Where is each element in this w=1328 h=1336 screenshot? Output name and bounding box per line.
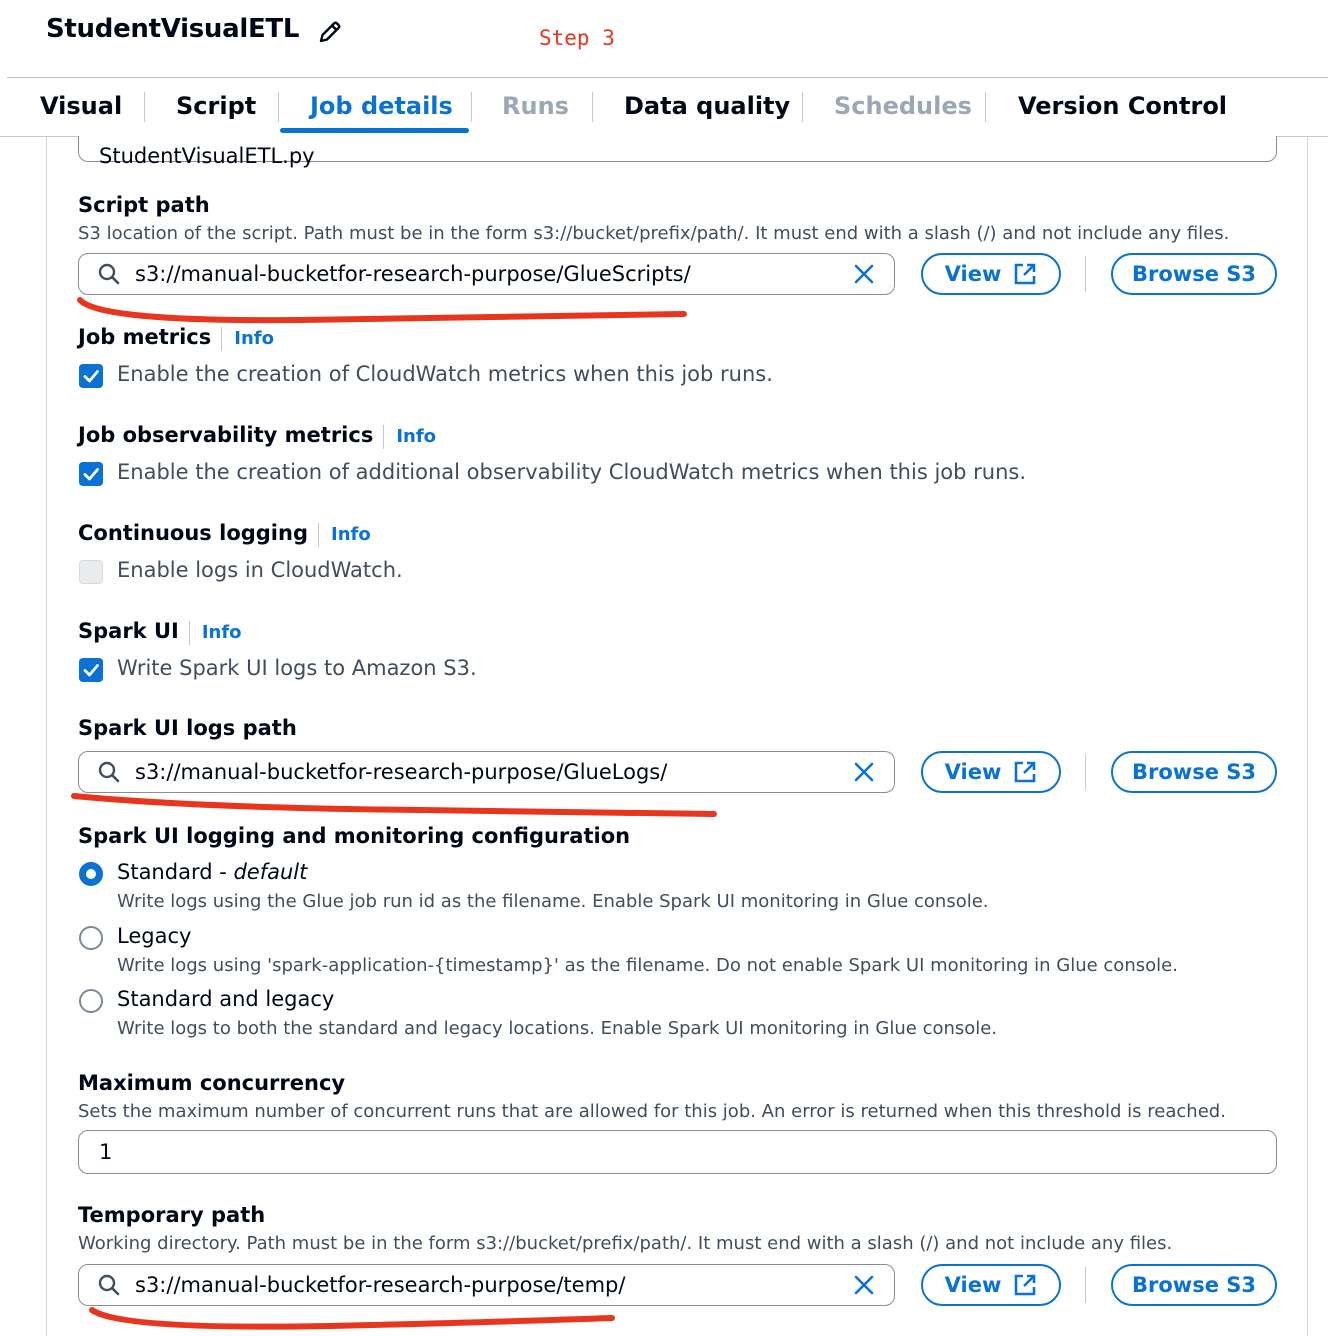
temporary-path-input[interactable]: s3://manual-bucketfor-research-purpose/t… (78, 1264, 895, 1306)
tab-visual[interactable]: Visual (40, 92, 122, 120)
search-icon (98, 761, 120, 783)
active-tab-indicator (280, 128, 469, 133)
pencil-edit-icon[interactable] (316, 18, 344, 46)
radio-legacy[interactable] (79, 926, 103, 950)
external-link-icon (1015, 761, 1036, 783)
spark-ui-info-link[interactable]: Info (188, 621, 242, 645)
job-metrics-checkbox-label: Enable the creation of CloudWatch metric… (117, 362, 773, 386)
radio-legacy-label: Legacy (117, 924, 192, 948)
script-filename-input[interactable]: StudentVisualETL.py (78, 136, 1277, 168)
observability-metrics-label: Job observability metrics Info (78, 423, 436, 449)
max-concurrency-value: 1 (99, 1140, 113, 1164)
button-separator (1085, 754, 1086, 790)
close-icon[interactable] (852, 262, 876, 286)
radio-legacy-description: Write logs using 'spark-application-{tim… (117, 955, 1178, 976)
temporary-path-browse-s3-button[interactable]: Browse S3 (1111, 1264, 1277, 1306)
continuous-logging-checkbox-label: Enable logs in CloudWatch. (117, 558, 403, 582)
observability-metrics-checkbox-label: Enable the creation of additional observ… (117, 460, 1026, 484)
button-separator (1085, 1267, 1086, 1303)
close-icon[interactable] (852, 760, 876, 784)
spark-ui-logging-config-label: Spark UI logging and monitoring configur… (78, 824, 631, 848)
tab-script[interactable]: Script (176, 92, 256, 120)
spark-ui-logs-path-value: s3://manual-bucketfor-research-purpose/G… (135, 760, 668, 784)
radio-standard[interactable] (79, 862, 103, 886)
external-link-icon (1015, 263, 1036, 285)
max-concurrency-label: Maximum concurrency (78, 1071, 346, 1095)
script-path-label: Script path (78, 193, 210, 217)
spark-ui-checkbox-label: Write Spark UI logs to Amazon S3. (117, 656, 477, 680)
job-metrics-checkbox[interactable] (79, 364, 103, 388)
radio-standard-description: Write logs using the Glue job run id as … (117, 891, 989, 912)
tab-bar: Visual Script Job details Runs Data qual… (0, 78, 1328, 137)
radio-standard-and-legacy[interactable] (79, 989, 103, 1013)
spark-ui-checkbox[interactable] (79, 658, 103, 682)
tab-data-quality[interactable]: Data quality (624, 92, 790, 120)
tab-separator (592, 92, 593, 122)
view-button-label: View (944, 262, 1002, 286)
continuous-logging-checkbox (79, 560, 103, 584)
temporary-path-value: s3://manual-bucketfor-research-purpose/t… (135, 1273, 626, 1297)
temporary-path-view-button[interactable]: View (921, 1264, 1061, 1306)
job-name: StudentVisualETL (46, 14, 300, 44)
close-icon[interactable] (852, 1273, 876, 1297)
script-path-description: S3 location of the script. Path must be … (78, 223, 1230, 244)
spark-ui-logs-path-view-button[interactable]: View (921, 751, 1061, 793)
view-button-label: View (944, 760, 1002, 784)
job-metrics-info-link[interactable]: Info (221, 327, 274, 351)
continuous-logging-title: Continuous logging (78, 521, 308, 545)
spark-ui-logs-path-browse-s3-button[interactable]: Browse S3 (1111, 751, 1277, 793)
job-metrics-label: Job metrics Info (78, 325, 274, 351)
tab-separator (985, 92, 986, 122)
radio-standard-default-text: default (233, 860, 308, 884)
radio-standard-and-legacy-label: Standard and legacy (117, 987, 335, 1011)
search-icon (98, 263, 120, 285)
temporary-path-label: Temporary path (78, 1203, 266, 1227)
job-metrics-title: Job metrics (78, 325, 212, 349)
view-button-label: View (944, 1273, 1002, 1297)
script-path-view-button[interactable]: View (921, 253, 1061, 295)
max-concurrency-description: Sets the maximum number of concurrent ru… (78, 1101, 1226, 1122)
script-path-input[interactable]: s3://manual-bucketfor-research-purpose/G… (78, 253, 895, 295)
tab-separator (278, 92, 279, 122)
spark-ui-title: Spark UI (78, 619, 179, 643)
search-icon (98, 1274, 120, 1296)
spark-ui-logs-path-label: Spark UI logs path (78, 716, 297, 740)
tab-job-details[interactable]: Job details (310, 92, 453, 120)
script-path-browse-s3-button[interactable]: Browse S3 (1111, 253, 1277, 295)
external-link-icon (1015, 1274, 1036, 1296)
max-concurrency-input[interactable]: 1 (78, 1130, 1277, 1174)
tab-schedules: Schedules (834, 92, 972, 120)
step-annotation: Step 3 (539, 26, 615, 50)
spark-ui-label: Spark UI Info (78, 619, 242, 645)
radio-standard-label: Standard - default (117, 860, 307, 884)
radio-standard-and-legacy-description: Write logs to both the standard and lega… (117, 1018, 998, 1039)
tab-runs: Runs (502, 92, 569, 120)
tab-separator (144, 92, 145, 122)
spark-ui-logs-path-input[interactable]: s3://manual-bucketfor-research-purpose/G… (78, 751, 895, 793)
script-filename-value: StudentVisualETL.py (99, 144, 315, 168)
radio-standard-text: Standard - (117, 860, 234, 884)
temporary-path-description: Working directory. Path must be in the f… (78, 1233, 1173, 1254)
observability-metrics-title: Job observability metrics (78, 423, 374, 447)
observability-metrics-info-link[interactable]: Info (383, 425, 436, 449)
tab-version-control[interactable]: Version Control (1018, 92, 1227, 120)
tab-separator (471, 92, 472, 122)
script-path-value: s3://manual-bucketfor-research-purpose/G… (135, 262, 691, 286)
continuous-logging-label: Continuous logging Info (78, 521, 371, 547)
continuous-logging-info-link[interactable]: Info (318, 523, 371, 547)
tab-separator (802, 92, 803, 122)
job-details-panel: StudentVisualETL.py Script path S3 locat… (46, 136, 1308, 1336)
observability-metrics-checkbox[interactable] (79, 462, 103, 486)
top-bar: StudentVisualETL Step 3 (0, 0, 1328, 78)
button-separator (1085, 256, 1086, 292)
